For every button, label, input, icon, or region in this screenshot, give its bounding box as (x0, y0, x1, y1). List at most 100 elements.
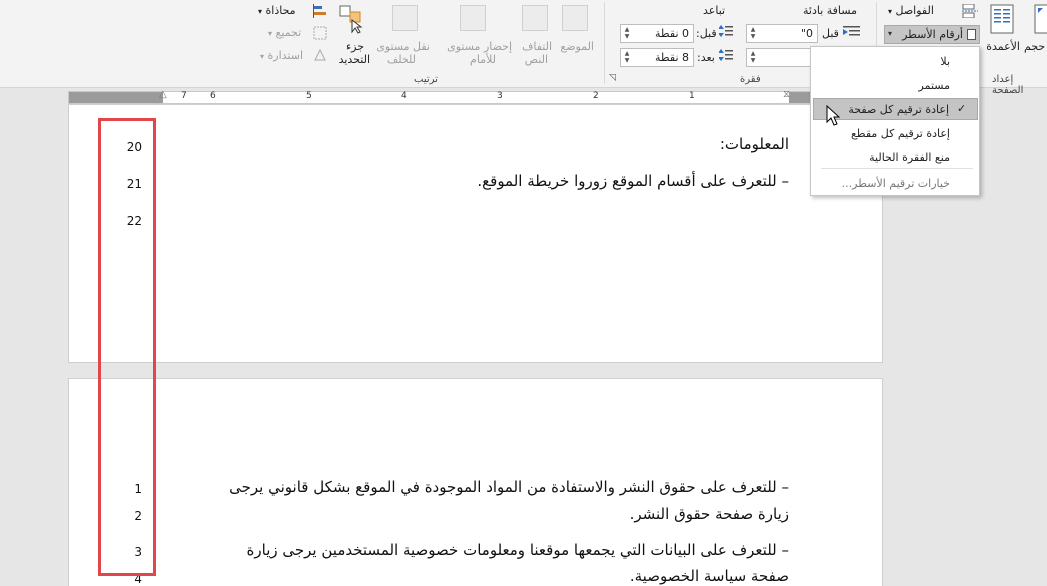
breaks-icon (962, 3, 978, 21)
left-indent-marker-icon[interactable]: △ (159, 89, 167, 100)
ruler-number: 1 (689, 91, 695, 101)
caret-down-icon: ▾ (888, 29, 893, 38)
selection-pane-label-1: جزء (345, 40, 364, 53)
spacing-before-icon (718, 25, 733, 42)
menu-item-label: مستمر (918, 79, 950, 92)
ruler-number: 7 (181, 91, 187, 101)
menu-item-label: إعادة ترقيم كل مقطع (850, 127, 950, 140)
align-icon (313, 4, 327, 21)
mouse-cursor-icon (826, 104, 841, 130)
paragraph-line[interactable]: صفحة سياسة الخصوصية. (630, 567, 789, 585)
size-label: حجم (1024, 40, 1046, 53)
paragraph-group-label: فقرة (740, 74, 761, 85)
selection-pane-label-2: التحديد (338, 53, 370, 66)
breaks-label: الفواصل (895, 4, 934, 17)
indent-before-input[interactable]: 0" ▲ ▼ (746, 24, 818, 43)
spacing-before-input[interactable]: 0 نقطة ▲ ▼ (620, 24, 694, 43)
bring-forward-button[interactable]: إحضار مستوى للأمام (436, 2, 514, 68)
paragraph-line[interactable]: زيارة صفحة حقوق النشر. (630, 505, 789, 523)
paragraph-line[interactable]: المعلومات: (720, 135, 789, 153)
align-label: محاذاة (265, 4, 296, 17)
line-numbers-highlight-box (98, 118, 156, 576)
bring-forward-label-2: للأمام (470, 53, 496, 66)
wrap-text-label-2: النص (524, 53, 548, 66)
caret-down-icon: ▾ (260, 52, 265, 61)
rotate-label: استدارة (267, 49, 304, 62)
spacing-before-label: قبل: (696, 27, 717, 40)
send-backward-label-1: نقل مستوى (376, 40, 430, 53)
group-button[interactable]: تجميع ▾ (268, 26, 301, 39)
dialog-launcher-icon[interactable]: ◹ (609, 73, 616, 83)
menu-item-line-numbering-options[interactable]: خيارات ترقيم الأسطر... (813, 173, 978, 195)
columns-label: الأعمدة (986, 40, 1020, 53)
ruler-number: 3 (497, 91, 503, 101)
checkmark-icon: ✓ (957, 102, 967, 115)
group-icon (313, 26, 327, 43)
position-icon (562, 5, 588, 31)
send-backward-label-2: للخلف (386, 53, 416, 66)
menu-item-label: بلا (940, 55, 950, 68)
menu-item-suppress-current-paragraph[interactable]: منع الفقرة الحالية (813, 147, 978, 169)
columns-button[interactable]: الأعمدة (984, 2, 1020, 68)
page-setup-group-label: إعداد الصفحة (992, 74, 1024, 96)
arrange-group-label: ترتيب (414, 74, 438, 85)
spacing-after-label: بعد: (697, 51, 715, 64)
spinner-arrows-icon[interactable]: ▲ ▼ (748, 50, 758, 65)
ruler-margin-left (69, 92, 163, 103)
menu-item-none[interactable]: بلا (813, 51, 978, 73)
menu-item-label: خيارات ترقيم الأسطر... (841, 177, 950, 190)
line-numbers-button[interactable]: أرقام الأسطر ▾ (884, 25, 980, 44)
paragraph-line[interactable]: – للتعرف على حقوق النشر والاستفادة من ال… (229, 478, 789, 496)
spinner-arrows-icon[interactable]: ▲ ▼ (622, 26, 632, 41)
breaks-button[interactable]: الفواصل ▾ (888, 4, 934, 17)
menu-item-continuous[interactable]: مستمر (813, 75, 978, 97)
ruler-number: 6 (210, 91, 216, 101)
columns-icon (990, 4, 1014, 37)
spacing-after-icon (718, 49, 733, 66)
caret-down-icon: ▾ (888, 7, 893, 16)
align-button[interactable]: محاذاة ▾ (258, 4, 296, 17)
rotate-button[interactable]: استدارة ▾ (260, 49, 303, 62)
menu-separator (821, 168, 973, 169)
spinner-arrows-icon[interactable]: ▲ ▼ (622, 50, 632, 65)
selection-pane-button[interactable]: جزء التحديد (332, 2, 372, 68)
bring-forward-label-1: إحضار مستوى (447, 40, 512, 53)
spacing-label: تباعد (703, 4, 726, 17)
paragraph-line[interactable]: – للتعرف على البيانات التي يجمعها موقعنا… (247, 541, 789, 559)
right-indent-marker-icon[interactable]: ⧖ (783, 89, 790, 100)
size-icon (1034, 4, 1047, 37)
caret-down-icon: ▾ (258, 7, 263, 16)
indent-before-value: 0" (800, 27, 813, 40)
wrap-text-icon (522, 5, 548, 31)
send-backward-button[interactable]: نقل مستوى للخلف (374, 2, 432, 68)
position-button[interactable]: الموضع (556, 2, 596, 68)
spacing-after-value: 8 نقطة (654, 51, 689, 64)
paragraph-line[interactable]: – للتعرف على أقسام الموقع زوروا خريطة ال… (477, 172, 789, 190)
send-backward-icon (392, 5, 418, 31)
group-separator (604, 2, 605, 84)
line-numbers-icon (967, 29, 976, 40)
selection-pane-icon (338, 4, 364, 37)
wrap-text-label-1: التفاف (521, 40, 552, 53)
group-label: تجميع (275, 26, 302, 39)
indent-before-icon (843, 25, 861, 42)
spacing-before-value: 0 نقطة (654, 27, 689, 40)
line-numbers-label: أرقام الأسطر (902, 28, 963, 41)
caret-down-icon: ▾ (268, 29, 273, 38)
ruler-number: 4 (401, 91, 407, 101)
spinner-arrows-icon[interactable]: ▲ ▼ (748, 26, 758, 41)
menu-item-label: إعادة ترقيم كل صفحة (848, 103, 949, 116)
indent-after-input[interactable]: ▲ ▼ (746, 48, 818, 67)
spacing-after-input[interactable]: 8 نقطة ▲ ▼ (620, 48, 694, 67)
menu-item-label: منع الفقرة الحالية (869, 151, 950, 164)
size-button[interactable]: حجم (1024, 2, 1047, 68)
indent-before-label: قبل (822, 27, 839, 40)
horizontal-ruler[interactable]: 7 6 5 4 3 2 1 △ ⧖ (68, 89, 815, 104)
ruler-number: 2 (593, 91, 599, 101)
indent-label: مسافة بادئة (803, 4, 857, 17)
rotate-icon (313, 48, 327, 65)
bring-forward-icon (460, 5, 486, 31)
ruler-number: 5 (306, 91, 312, 101)
wrap-text-button[interactable]: التفاف النص (514, 2, 554, 68)
position-label: الموضع (560, 40, 594, 53)
